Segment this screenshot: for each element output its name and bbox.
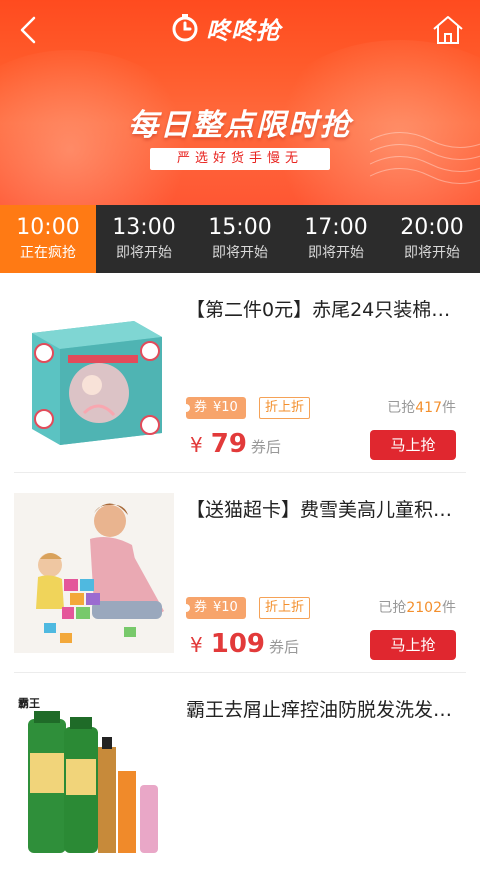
app-name: 咚咚抢	[206, 16, 281, 45]
price-value: 109	[210, 629, 266, 659]
tab-10-00[interactable]: 10:00 正在疯抢	[0, 205, 96, 273]
product-image[interactable]	[14, 293, 174, 453]
tab-status: 即将开始	[116, 245, 172, 261]
coupon-value: ¥10	[213, 600, 238, 615]
gift-box-image	[14, 293, 174, 453]
product-image[interactable]: 霸王	[14, 693, 174, 853]
shampoo-set-image: 霸王	[14, 693, 174, 853]
buy-now-button[interactable]: 马上抢	[370, 630, 456, 660]
price-suffix: 券后	[250, 438, 281, 456]
product-name[interactable]: 【送猫超卡】费雪美高儿童积木玩具	[186, 495, 466, 522]
discount-tag: 折上折	[259, 397, 311, 419]
home-button[interactable]	[430, 12, 466, 48]
banner-subtitle: 严选好货手慢无	[150, 148, 330, 170]
coupon-tag: 券 ¥10	[182, 597, 246, 619]
tab-13-00[interactable]: 13:00 即将开始	[96, 205, 192, 273]
tab-time: 10:00	[16, 215, 80, 240]
back-arrow-icon	[20, 16, 36, 44]
home-icon	[433, 16, 463, 44]
product-image[interactable]	[14, 493, 174, 653]
header-banner: 咚咚抢 每日整点限时抢 严选好货手慢无	[0, 0, 480, 205]
tab-time: 20:00	[400, 215, 464, 240]
tab-status: 即将开始	[212, 245, 268, 261]
price-value: 79	[210, 429, 247, 459]
back-button[interactable]	[12, 12, 48, 48]
product-item[interactable]: 霸王 霸王去屑止痒控油防脱发洗发水套装	[0, 673, 480, 873]
toy-blocks-image	[14, 493, 174, 653]
tab-status: 即将开始	[308, 245, 364, 261]
coupon-label: 券	[194, 600, 208, 615]
discount-tag: 折上折	[259, 597, 311, 619]
price: ¥ 109 券后	[190, 629, 299, 659]
clock-logo-icon	[172, 14, 198, 42]
banner-title: 每日整点限时抢	[128, 108, 352, 143]
tab-20-00[interactable]: 20:00 即将开始	[384, 205, 480, 273]
product-name[interactable]: 霸王去屑止痒控油防脱发洗发水套装	[186, 695, 466, 722]
product-item[interactable]: 【送猫超卡】费雪美高儿童积木玩具 券 ¥10 折上折 已抢2102件 ¥ 109 …	[0, 473, 480, 673]
price: ¥ 79 券后	[190, 429, 281, 459]
tab-status: 正在疯抢	[20, 245, 76, 261]
coupon-label: 券	[194, 400, 208, 415]
product-name[interactable]: 【第二件0元】赤尾24只装棉花糖礼盒	[186, 295, 466, 322]
product-list: 【第二件0元】赤尾24只装棉花糖礼盒 券 ¥10 折上折 已抢417件 ¥ 79 …	[0, 273, 480, 873]
brand-mark: 霸王	[18, 697, 40, 710]
grabbed-count: 已抢2102件	[378, 600, 456, 616]
coupon-tag: 券 ¥10	[182, 397, 246, 419]
product-item[interactable]: 【第二件0元】赤尾24只装棉花糖礼盒 券 ¥10 折上折 已抢417件 ¥ 79 …	[0, 273, 480, 473]
tab-17-00[interactable]: 17:00 即将开始	[288, 205, 384, 273]
coupon-value: ¥10	[213, 400, 238, 415]
currency-symbol: ¥	[190, 433, 203, 457]
tab-15-00[interactable]: 15:00 即将开始	[192, 205, 288, 273]
tab-time: 17:00	[304, 215, 368, 240]
currency-symbol: ¥	[190, 633, 203, 657]
tab-time: 13:00	[112, 215, 176, 240]
tab-status: 即将开始	[404, 245, 460, 261]
time-tabs: 10:00 正在疯抢 13:00 即将开始 15:00 即将开始 17:00 即…	[0, 205, 480, 273]
grabbed-count: 已抢417件	[387, 400, 456, 416]
app-logo: 咚咚抢	[170, 10, 281, 46]
buy-now-button[interactable]: 马上抢	[370, 430, 456, 460]
price-suffix: 券后	[269, 638, 300, 656]
tab-time: 15:00	[208, 215, 272, 240]
